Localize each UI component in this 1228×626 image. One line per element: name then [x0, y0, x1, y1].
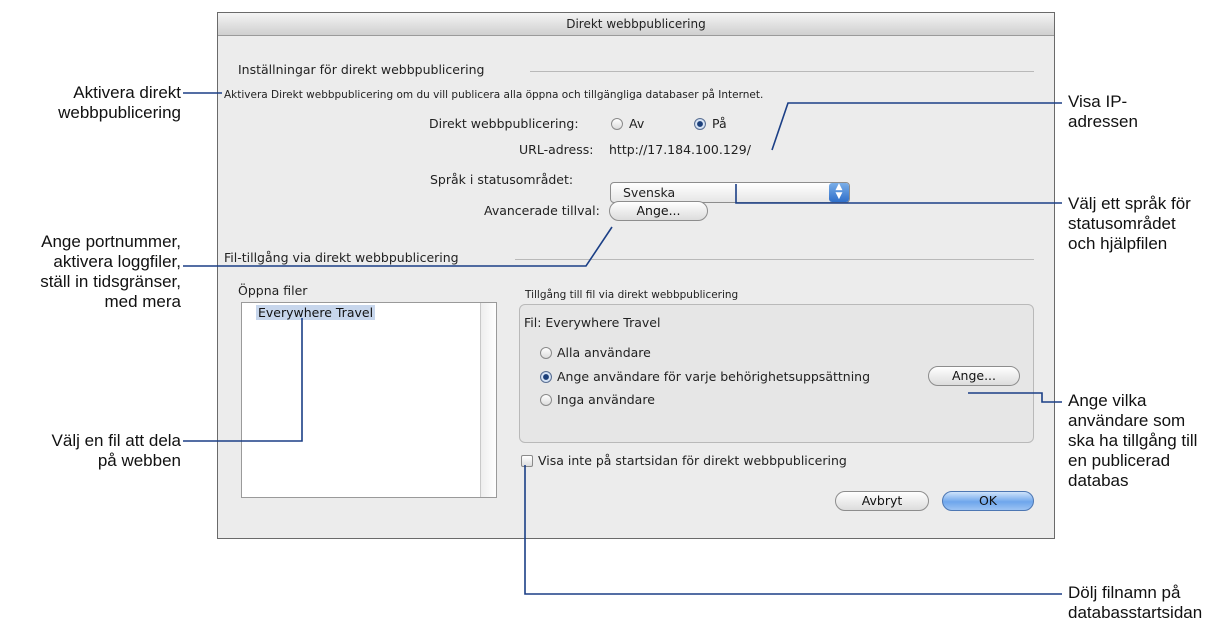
callout-line-choose-file: [183, 318, 303, 442]
callout-line-hide-name: [524, 465, 1062, 595]
callout-lines: [183, 92, 1062, 595]
callout-line-language: [735, 184, 1062, 204]
callout-line-ip: [771, 102, 1062, 151]
callout-line-users: [968, 392, 1062, 403]
callout-line-advanced: [183, 226, 613, 267]
